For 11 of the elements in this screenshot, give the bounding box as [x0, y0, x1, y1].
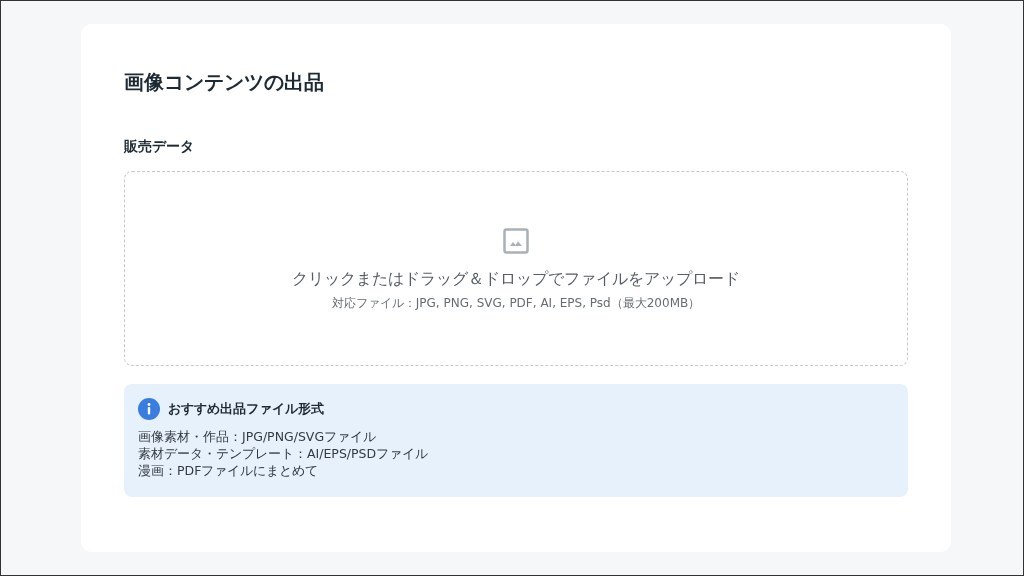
image-icon [503, 228, 529, 254]
page-title: 画像コンテンツの出品 [124, 69, 325, 96]
format-recommendation: 漫画：PDFファイルにまとめて [138, 462, 320, 479]
format-recommendation: 素材データ・テンプレート：AI/EPS/PSDファイル [138, 445, 430, 462]
upload-dropzone[interactable]: クリックまたはドラッグ＆ドロップでファイルをアップロード 対応ファイル：JPG, PNG, SVG, PDF, AI, EPS, Psd（最大200MB） [124, 171, 908, 366]
info-title: おすすめ出品ファイル形式 [168, 400, 324, 418]
section-label: 販売データ [124, 137, 195, 156]
supported-formats: 対応ファイル：JPG, PNG, SVG, PDF, AI, EPS, Psd（最大200MB） [331, 295, 701, 312]
info-icon [138, 398, 160, 420]
upload-instruction: クリックまたはドラッグ＆ドロップでファイルをアップロード [292, 268, 740, 290]
format-recommendation: 画像素材・作品：JPG/PNG/SVGファイル [138, 428, 378, 445]
